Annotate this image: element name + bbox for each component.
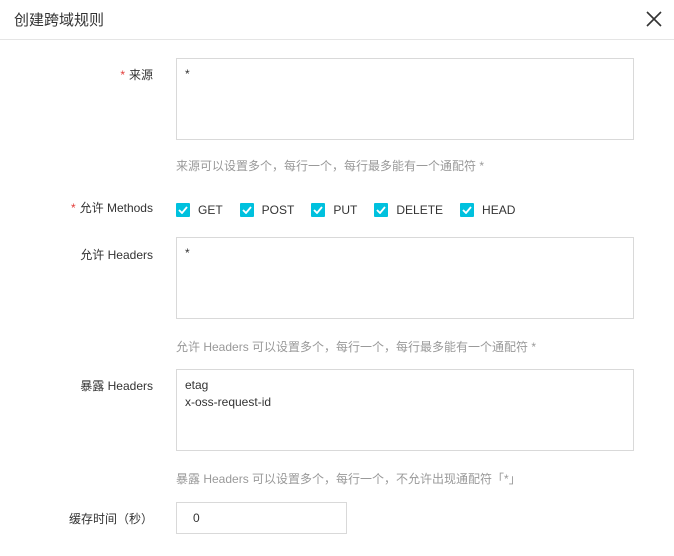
origin-textarea[interactable]: *: [177, 59, 633, 139]
method-get-checkbox[interactable]: GET: [176, 201, 223, 219]
method-put-checkbox[interactable]: PUT: [311, 201, 357, 219]
origin-hint: 来源可以设置多个，每行一个，每行最多能有一个通配符 *: [176, 159, 485, 173]
expose-headers-label: 暴露 Headers: [80, 379, 153, 393]
required-mark: *: [120, 68, 125, 82]
expose-headers-textarea[interactable]: etag x-oss-request-id: [177, 370, 633, 450]
dialog-title: 创建跨域规则: [14, 12, 105, 29]
method-head-checkbox[interactable]: HEAD: [460, 201, 515, 219]
checkbox-checked-icon: [460, 203, 475, 217]
method-post-checkbox[interactable]: POST: [239, 201, 295, 219]
checkbox-checked-icon: [374, 203, 389, 217]
checkbox-checked-icon: [176, 203, 190, 217]
method-delete-checkbox[interactable]: DELETE: [374, 201, 443, 219]
dialog-header: 创建跨域规则: [0, 0, 674, 40]
allow-headers-label: 允许 Headers: [80, 248, 153, 262]
expose-headers-field[interactable]: etag x-oss-request-id: [176, 369, 634, 451]
method-label: GET: [198, 203, 223, 217]
method-label: PUT: [333, 203, 358, 217]
method-label: POST: [261, 203, 295, 217]
checkbox-checked-icon: [239, 203, 254, 217]
methods-label-row: * 允许 Methods: [0, 199, 153, 216]
checkbox-checked-icon: [311, 203, 326, 217]
allow-headers-textarea[interactable]: *: [177, 238, 633, 318]
expose-headers-hint: 暴露 Headers 可以设置多个，每行一个，不允许出现通配符「*」: [176, 472, 521, 486]
origin-label-row: * 来源: [0, 66, 153, 83]
cache-time-label: 缓存时间（秒）: [68, 512, 153, 526]
origin-label: 来源: [128, 68, 153, 82]
methods-label: 允许 Methods: [79, 201, 153, 215]
close-icon: [646, 11, 662, 27]
origin-field[interactable]: *: [176, 58, 634, 140]
required-mark: *: [70, 201, 76, 215]
cache-time-input[interactable]: [176, 502, 347, 534]
allow-headers-field[interactable]: *: [176, 237, 634, 319]
allow-headers-hint: 允许 Headers 可以设置多个，每行一个，每行最多能有一个通配符 *: [176, 340, 537, 354]
close-button[interactable]: [644, 9, 664, 29]
methods-checkbox-group: GET POST PUT DELETE HEAD: [176, 201, 532, 219]
method-label: HEAD: [482, 203, 516, 217]
method-label: DELETE: [396, 203, 444, 217]
